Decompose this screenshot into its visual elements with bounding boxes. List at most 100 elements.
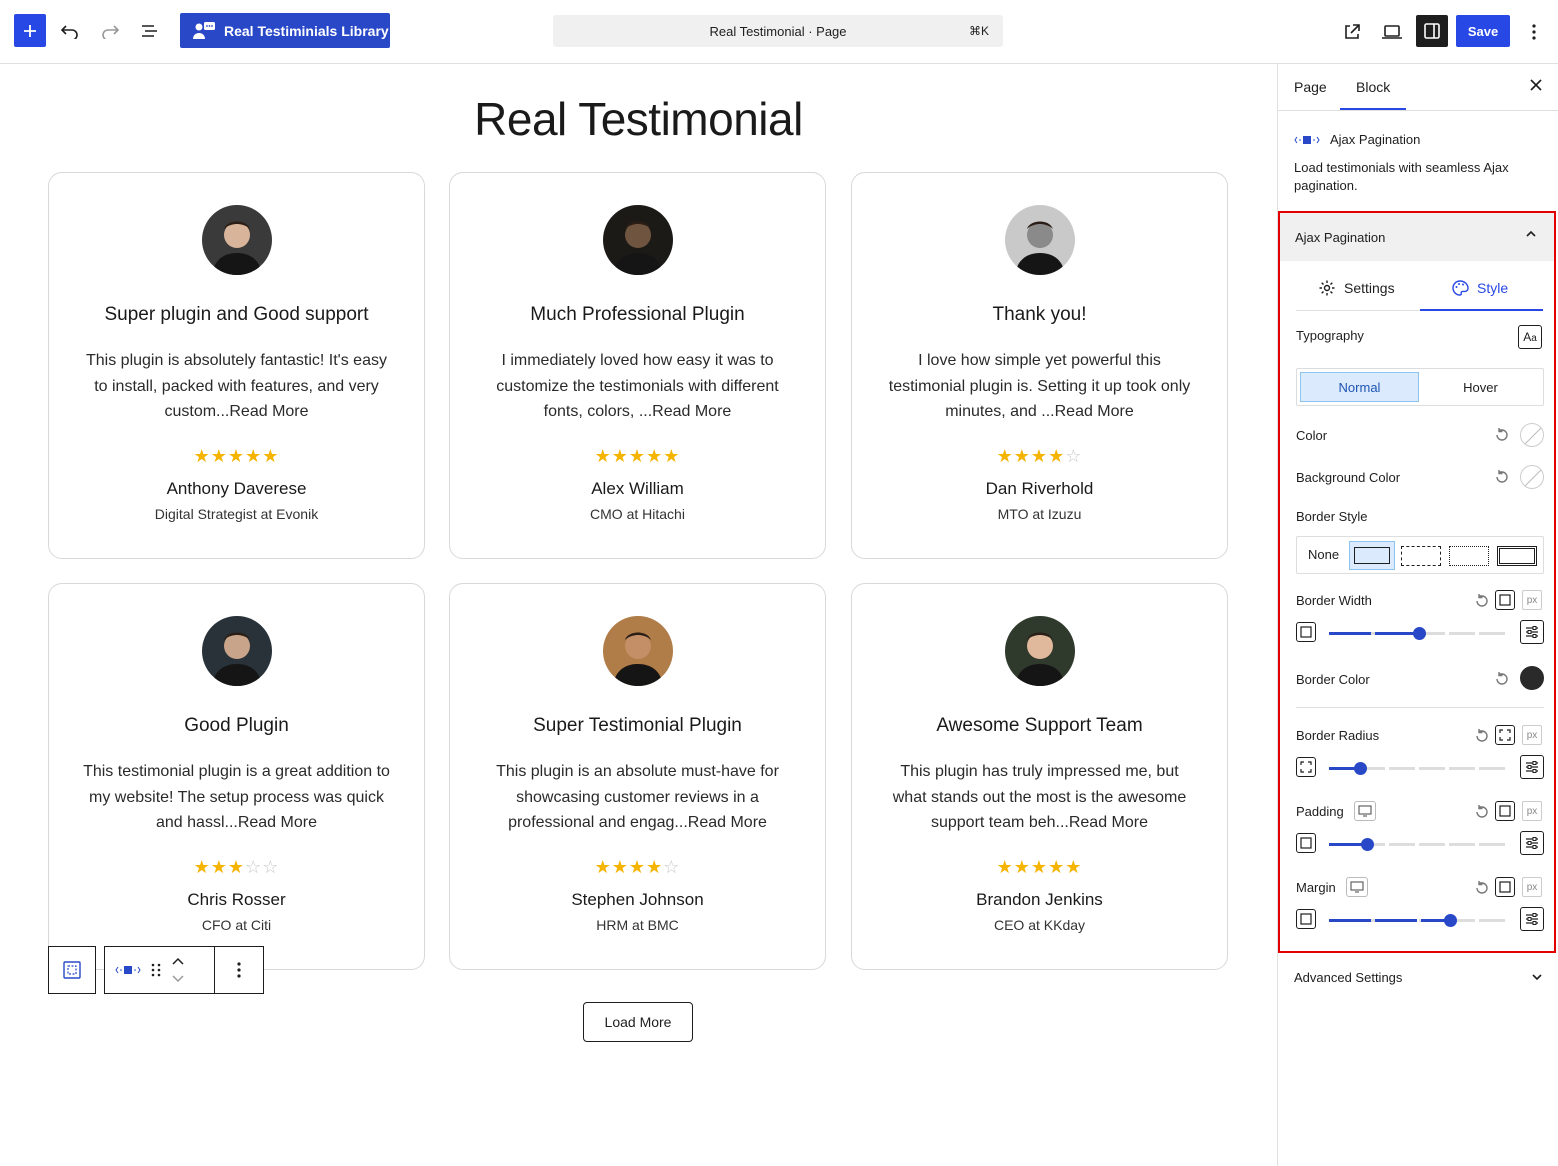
border-width-linked-button[interactable] [1495,590,1515,610]
reset-icon[interactable] [1494,427,1510,443]
load-more-button[interactable]: Load More [583,1002,693,1042]
corners-icon [1499,729,1511,741]
testimonial-card[interactable]: Good Plugin This testimonial plugin is a … [48,583,425,970]
typography-button[interactable]: Aa [1518,325,1542,349]
margin-label: Margin [1296,880,1336,895]
star-filled-icon: ★ [646,857,664,877]
desktop-icon [1358,805,1372,817]
drag-handle-icon[interactable] [151,962,161,978]
border-width-label: Border Width [1296,593,1372,608]
reset-icon[interactable] [1494,671,1510,687]
testimonials-library-button[interactable]: Real Testiminials Library [180,13,390,48]
border-radius-linked-button[interactable] [1495,725,1515,745]
testimonial-card[interactable]: Awesome Support Team This plugin has trul… [851,583,1228,970]
testimonial-card[interactable]: Super plugin and Good support This plugin… [48,172,425,559]
border-radius-label: Border Radius [1296,728,1380,743]
border-color-swatch[interactable] [1520,666,1544,690]
testimonial-card[interactable]: Much Professional Plugin I immediately lo… [449,172,826,559]
panel-header[interactable]: Ajax Pagination [1280,213,1554,261]
add-block-button[interactable] [14,14,46,47]
star-empty-icon: ☆ [245,857,263,877]
tab-settings-label: Settings [1344,280,1395,296]
padding-device-button[interactable] [1354,801,1376,821]
star-filled-icon: ★ [611,446,629,466]
preview-device-button[interactable] [1376,15,1408,49]
view-page-button[interactable] [1336,15,1368,49]
background-color-swatch[interactable] [1520,465,1544,489]
border-style-none[interactable]: None [1308,547,1339,562]
tab-block[interactable]: Block [1339,79,1407,110]
avatar [202,205,272,275]
list-view-icon [142,25,157,37]
tab-page[interactable]: Page [1294,79,1327,95]
padding-slider[interactable] [1329,838,1509,851]
margin-unit[interactable]: px [1522,877,1542,897]
border-radius-slider[interactable] [1329,762,1509,775]
reset-icon[interactable] [1474,880,1490,896]
color-swatch[interactable] [1520,423,1544,447]
margin-slider[interactable] [1329,914,1509,927]
border-style-double[interactable] [1497,546,1537,566]
command-palette-bar[interactable]: Real Testimonial · Page ⌘K [553,15,1003,47]
avatar [603,205,673,275]
move-up-down-icon[interactable] [171,956,185,984]
person-photo-icon [1015,221,1065,275]
testimonial-text: This plugin is absolutely fantastic! It'… [86,352,387,420]
testimonial-card[interactable]: Super Testimonial Plugin This plugin is a… [449,583,826,970]
border-radius-unit[interactable]: px [1522,725,1542,745]
border-style-dotted[interactable] [1449,546,1489,566]
reset-icon[interactable] [1474,728,1490,744]
tab-style[interactable]: Style [1451,279,1508,297]
rating-stars: ★★★☆☆ [49,857,424,878]
gear-icon [1319,280,1335,296]
ajax-pagination-panel: Ajax Pagination Settings Style Typograph… [1278,211,1556,953]
reset-icon[interactable] [1474,593,1490,609]
settings-sidebar-toggle[interactable] [1416,15,1448,47]
rating-stars: ★★★★★ [49,446,424,467]
redo-button[interactable] [94,14,126,48]
border-width-all-sides-icon [1296,622,1316,642]
block-card: Ajax Pagination Load testimonials with s… [1294,132,1544,195]
block-type-group [104,946,214,994]
reviewer-name: Alex William [591,479,684,498]
reviewer-name: Stephen Johnson [571,890,704,909]
page-title[interactable]: Real Testimonial [0,92,1277,146]
close-icon[interactable] [1529,78,1543,92]
border-width-unit[interactable]: px [1522,590,1542,610]
star-filled-icon: ★ [227,446,246,466]
undo-icon [60,25,78,39]
border-width-custom-button[interactable] [1520,620,1544,644]
reviewer-name: Chris Rosser [187,890,286,909]
chevron-down-icon [1532,974,1542,981]
state-normal-button[interactable]: Normal [1300,372,1419,402]
padding-linked-button[interactable] [1495,801,1515,821]
person-photo-icon [212,632,262,686]
options-menu-button[interactable] [1518,15,1550,49]
document-overview-button[interactable] [134,14,166,48]
tab-settings[interactable]: Settings [1318,279,1395,297]
border-radius-custom-button[interactable] [1520,755,1544,779]
avatar [1005,205,1075,275]
users-chat-icon [193,21,215,39]
padding-unit[interactable]: px [1522,801,1542,821]
save-button[interactable]: Save [1456,15,1510,47]
top-toolbar: Real Testiminials Library Real Testimoni… [0,0,1558,64]
block-options-button[interactable] [214,946,264,994]
state-hover-button[interactable]: Hover [1421,372,1540,402]
border-style-dashed[interactable] [1401,546,1441,566]
testimonial-card[interactable]: Thank you! I love how simple yet powerful… [851,172,1228,559]
reset-icon[interactable] [1494,469,1510,485]
margin-device-button[interactable] [1346,877,1368,897]
margin-linked-button[interactable] [1495,877,1515,897]
testimonial-text: This plugin has truly impressed me, but … [892,763,1187,831]
margin-custom-button[interactable] [1520,907,1544,931]
padding-custom-button[interactable] [1520,831,1544,855]
reset-icon[interactable] [1474,804,1490,820]
pagination-block-icon[interactable] [115,964,141,976]
advanced-settings-toggle[interactable]: Advanced Settings [1294,970,1544,985]
border-style-solid-selected[interactable] [1349,541,1395,570]
undo-button[interactable] [54,14,86,48]
sliders-icon [1526,913,1538,925]
border-width-slider[interactable] [1329,627,1509,640]
select-parent-button[interactable] [48,946,96,994]
